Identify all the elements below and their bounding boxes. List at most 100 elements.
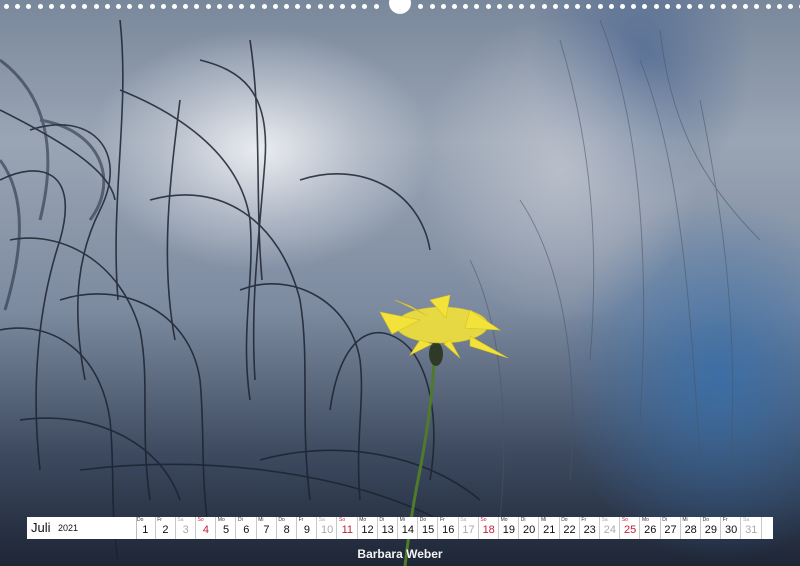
binding-hole xyxy=(440,4,446,9)
day-number: 6 xyxy=(243,524,250,536)
binding-hole xyxy=(340,4,345,9)
binding-hole xyxy=(149,4,155,9)
binding-hole xyxy=(743,4,749,9)
day-cell: So 25 xyxy=(621,517,641,539)
binding-hole xyxy=(788,4,793,9)
day-cell: Di 13 xyxy=(378,517,398,539)
day-number: 20 xyxy=(522,524,536,536)
binding-hole xyxy=(541,4,547,9)
binding-hole xyxy=(720,4,726,9)
binding-hole xyxy=(519,4,525,9)
day-cell: Mi 21 xyxy=(540,517,560,539)
day-cell: Fr 9 xyxy=(298,517,318,539)
binding-hole xyxy=(216,4,222,9)
day-number: 24 xyxy=(603,524,617,536)
day-number: 27 xyxy=(664,524,677,536)
grass-and-flower-illustration xyxy=(0,19,761,566)
binding-hole xyxy=(776,4,782,9)
day-number: 31 xyxy=(745,524,758,536)
day-number: 26 xyxy=(644,524,657,536)
day-number: 29 xyxy=(704,524,718,536)
day-cell: Fr 23 xyxy=(580,517,600,539)
binding-hole xyxy=(183,4,189,9)
day-cell: Fr 2 xyxy=(156,517,176,539)
binding-hole xyxy=(71,4,77,9)
binding-hole xyxy=(463,4,469,9)
binding-hole xyxy=(564,4,569,9)
day-cell: Mo 12 xyxy=(358,517,378,539)
grass-blades-thick xyxy=(0,58,106,311)
day-number: 9 xyxy=(303,524,310,536)
day-cell: Sa 31 xyxy=(742,517,762,539)
day-number: 10 xyxy=(320,524,334,536)
day-number: 17 xyxy=(462,524,475,536)
day-cell: Mo 5 xyxy=(217,517,237,539)
binding-hole xyxy=(82,4,88,9)
day-number: 2 xyxy=(162,524,169,536)
day-number: 11 xyxy=(341,524,353,536)
day-cell: Di 6 xyxy=(237,517,257,539)
binding-hole xyxy=(653,4,659,9)
day-number: 14 xyxy=(401,524,415,536)
day-cell: Di 27 xyxy=(661,517,681,539)
photographer-credit: Barbara Weber xyxy=(357,547,443,561)
day-cell: Di 20 xyxy=(520,517,540,539)
binding-hole xyxy=(239,4,245,9)
background-grass xyxy=(469,19,761,521)
day-number: 4 xyxy=(202,524,209,536)
day-number: 18 xyxy=(482,524,495,536)
binding-hole xyxy=(620,4,625,9)
binding-hole xyxy=(48,4,54,9)
binding-hole xyxy=(127,4,133,9)
day-number: 25 xyxy=(623,524,637,536)
binding-holes xyxy=(0,0,800,14)
day-cell: Sa 24 xyxy=(601,517,621,539)
binding-hole xyxy=(575,4,581,9)
binding-hole xyxy=(687,4,693,9)
binding-hole xyxy=(250,4,256,9)
binding-hole xyxy=(765,4,771,9)
binding-hole xyxy=(104,4,110,9)
day-number: 13 xyxy=(381,524,394,536)
binding-hole xyxy=(429,4,435,9)
grass-blades xyxy=(0,19,481,561)
binding-hole xyxy=(586,4,592,9)
day-cell: Sa 10 xyxy=(318,517,338,539)
binding-hole xyxy=(328,4,334,9)
day-number: 5 xyxy=(223,524,230,536)
binding-hole xyxy=(26,4,32,9)
day-number: 8 xyxy=(283,524,290,536)
month-label-box: Juli 2021 xyxy=(27,517,137,539)
day-cell: Mi 14 xyxy=(399,517,419,539)
binding-hole xyxy=(116,4,121,9)
binding-hole xyxy=(228,4,233,9)
binding-hole xyxy=(205,4,211,9)
day-cell: Mo 26 xyxy=(641,517,661,539)
day-cell: So 11 xyxy=(338,517,358,539)
binding-hole xyxy=(608,4,614,9)
day-number: 3 xyxy=(182,524,189,536)
binding-hole xyxy=(295,4,301,9)
binding-hole xyxy=(664,4,670,9)
day-cell: Mi 7 xyxy=(257,517,277,539)
binding-hole xyxy=(485,4,491,9)
binding-hole xyxy=(508,4,513,9)
binding-hole xyxy=(4,4,9,9)
binding-hole xyxy=(418,4,424,9)
day-number: 19 xyxy=(502,524,516,536)
day-cell: So 18 xyxy=(479,517,499,539)
day-number: 15 xyxy=(421,524,435,536)
binding-hole xyxy=(642,4,648,9)
day-number: 22 xyxy=(563,524,576,536)
binding-hole xyxy=(452,4,457,9)
day-number: 21 xyxy=(543,524,556,536)
day-number: 23 xyxy=(583,524,596,536)
day-cell: So 4 xyxy=(197,517,217,539)
month-year: 2021 xyxy=(58,523,79,533)
day-cell: Fr 16 xyxy=(439,517,459,539)
day-number: 1 xyxy=(142,524,149,536)
binding-hole xyxy=(261,4,267,9)
binding-hole xyxy=(496,4,502,9)
calendar-photo xyxy=(0,0,800,566)
binding-hole xyxy=(15,4,21,9)
